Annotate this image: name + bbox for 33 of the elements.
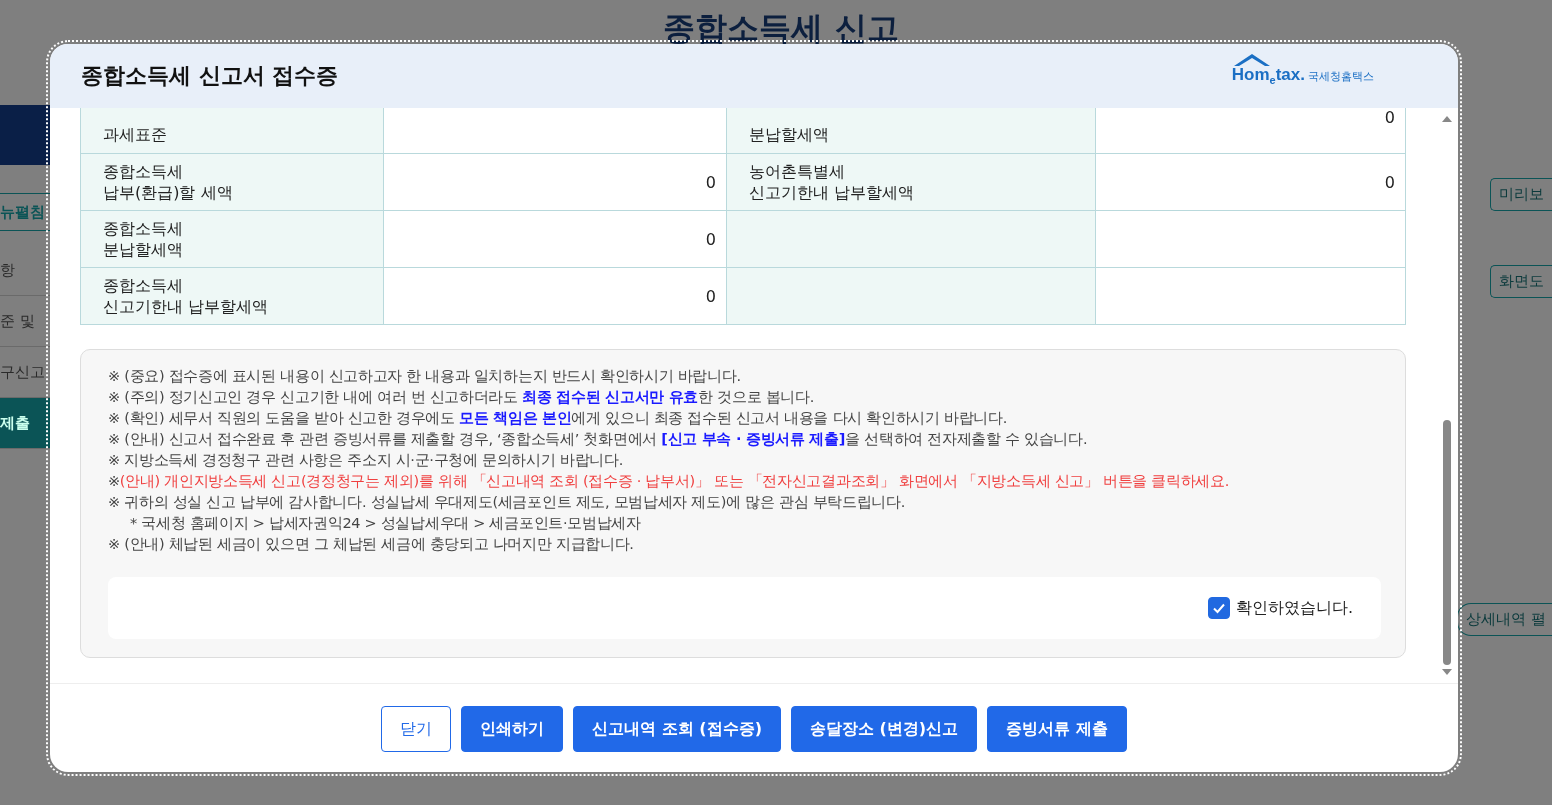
field-value: 0 bbox=[705, 229, 716, 249]
field-label: 종합소득세 납부(환급)할 세액 bbox=[103, 162, 233, 202]
sidebar-item[interactable]: 제출 bbox=[0, 398, 50, 449]
notice-text: ※ (안내) 체납된 세금이 있으면 그 체납된 세금에 충당되고 나머지만 지급합니다. bbox=[108, 535, 635, 554]
notice-text: ※ (안내) 신고서 접수완료 후 관련 증빙서류를 제출할 경우, ‘종합소득세’ 첫화면에서 [신고 부속 · 증빙서류 제출]을 선택하여 전자제출할 수 있습니다. bbox=[108, 430, 1089, 449]
notice-text: ※ (주의) 정기신고인 경우 신고기한 내에 여러 번 신고하더라도 최종 접수된 신고서만 유효한 것으로 봅니다. bbox=[108, 388, 815, 407]
notice-text: ※ 귀하의 성실 신고 납부에 감사합니다. 성실납세 우대제도(세금포인트 제도, 모범납세자 제도)에 많은 관심 부탁드립니다. bbox=[108, 493, 907, 512]
logo-caption: 국세청홈택스 bbox=[1308, 68, 1374, 84]
field-label: 종합소득세 신고기한내 납부할세액 bbox=[103, 276, 269, 316]
field-label: 종합소득세 분납할세액 bbox=[103, 219, 183, 259]
dialog-button[interactable]: 증빙서류 제출 bbox=[987, 706, 1127, 752]
logo-text: Hom$_{e}$tax. bbox=[1231, 65, 1305, 87]
header-bar bbox=[0, 105, 50, 165]
page-button[interactable]: 화면도 bbox=[1490, 265, 1552, 298]
field-value: 0 bbox=[705, 172, 716, 192]
field-value: 0 bbox=[705, 286, 716, 306]
notice-text: ※ 지방소득세 경정청구 관련 사항은 주소지 시·군·구청에 문의하시기 바랍니다. bbox=[108, 451, 624, 470]
notice-text: ※ (중요) 접수증에 표시된 내용이 신고하고자 한 내용과 일치하는지 반드시 확인하시기 바랍니다. bbox=[108, 367, 742, 386]
field-label: 과세표준 bbox=[103, 125, 167, 144]
dialog-button[interactable]: 인쇄하기 bbox=[461, 706, 564, 752]
field-label: 농어촌특별세 신고기한내 납부할세액 bbox=[749, 162, 915, 202]
dialog-title: 종합소득세 신고서 접수증 bbox=[81, 62, 339, 90]
page-button[interactable]: 미리보 bbox=[1490, 178, 1552, 211]
field-label: 분납할세액 bbox=[749, 125, 829, 144]
dialog-button[interactable]: 닫기 bbox=[381, 706, 452, 752]
field-value: 0 bbox=[1384, 108, 1395, 127]
dialog-button[interactable]: 신고내역 조회 (접수증) bbox=[573, 706, 781, 752]
confirm-checkbox[interactable]: 확인하였습니다. bbox=[1207, 597, 1353, 619]
field-value: 0 bbox=[1384, 172, 1395, 192]
notice-text: ※(안내) 개인지방소득세 신고(경정청구는 제외)를 위해 「신고내역 조회 (접수증 · 납부서)」 또는 「전자신고결과조회」 화면에서 「지방소득세 신고」 버튼을 클릭하세요. bbox=[108, 472, 1231, 491]
notice-text: * 국세청 홈페이지 > 납세자권익24 > 성실납세우대 > 세금포인트·모범납세자 bbox=[129, 514, 642, 533]
dialog-button[interactable]: 송달장소 (변경)신고 bbox=[791, 706, 978, 752]
notice-text: ※ (확인) 세무서 직원의 도움을 받아 신고한 경우에도 모든 책임은 본인에게 있으니 최종 접수된 신고서 내용을 다시 확인하시기 바랍니다. bbox=[108, 409, 1009, 428]
